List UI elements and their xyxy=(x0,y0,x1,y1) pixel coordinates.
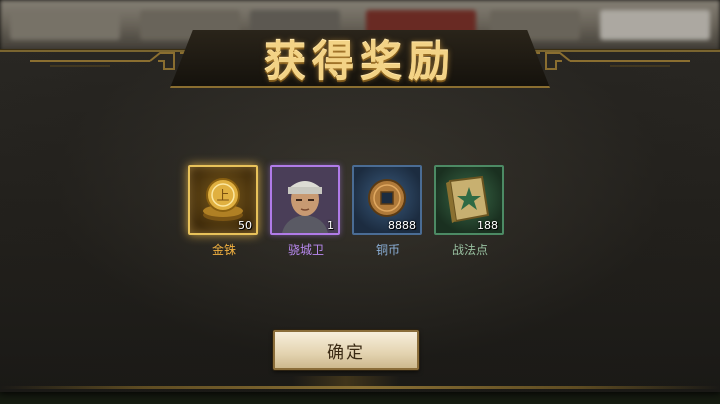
confirm-button-base xyxy=(292,376,400,386)
reward-quantity: 1 xyxy=(327,219,334,232)
panel-edge xyxy=(0,386,720,389)
reward-name: 铜币 xyxy=(375,243,400,257)
reward-name: 战法点 xyxy=(451,243,488,257)
reward-item-soldier[interactable]: 1 骁城卫 xyxy=(270,165,342,257)
reward-quantity: 188 xyxy=(477,219,498,232)
reward-quantity: 50 xyxy=(238,219,252,232)
reward-frame[interactable]: 8888 xyxy=(352,165,422,235)
reward-frame[interactable]: 188 xyxy=(434,165,504,235)
reward-item-gold[interactable]: 上 50 金铢 xyxy=(188,165,260,257)
reward-name: 骁城卫 xyxy=(287,243,324,257)
confirm-button[interactable]: 确定 xyxy=(273,330,419,370)
reward-item-copper[interactable]: 8888 铜币 xyxy=(352,165,424,257)
reward-item-tactic-points[interactable]: 188 战法点 xyxy=(434,165,506,257)
reward-frame[interactable]: 上 50 xyxy=(188,165,258,235)
reward-name: 金铢 xyxy=(211,243,236,257)
dialog-title: 获得奖励 xyxy=(263,37,456,86)
reward-frame[interactable]: 1 xyxy=(270,165,340,235)
svg-text:上: 上 xyxy=(216,189,229,204)
reward-quantity: 8888 xyxy=(388,219,416,232)
